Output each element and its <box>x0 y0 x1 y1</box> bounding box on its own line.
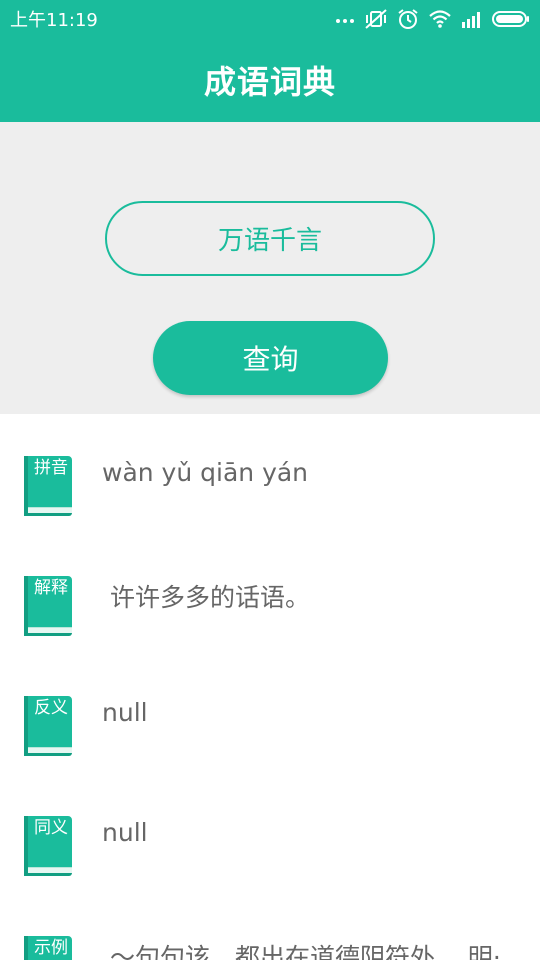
battery-icon <box>492 10 530 28</box>
signal-icon <box>461 10 483 28</box>
synonym-value: null <box>102 818 148 847</box>
alarm-icon <box>397 8 419 30</box>
book-icon-label: 同义 <box>34 818 68 838</box>
book-icon-label: 解释 <box>34 578 68 598</box>
book-icon-label: 拼音 <box>34 458 68 478</box>
result-row-explanation: 解释 许许多多的话语。 <box>0 534 540 654</box>
idiom-search-input[interactable] <box>105 201 435 276</box>
explanation-value: 许许多多的话语。 <box>102 583 310 612</box>
result-row-synonym: 同义 null <box>0 774 540 894</box>
book-icon: 反义 <box>24 696 72 756</box>
app-title: 成语词典 <box>203 63 336 101</box>
antonym-value: null <box>102 698 148 727</box>
more-dots-icon <box>335 14 355 24</box>
book-icon: 解释 <box>24 576 72 636</box>
example-value: ～句句该，都出在道德阴符外。 明· <box>102 943 501 960</box>
result-row-pinyin: 拼音 wàn yǔ qiān yán <box>0 414 540 534</box>
book-icon-label: 示例 <box>34 938 68 958</box>
vibrate-off-icon <box>364 8 388 30</box>
status-bar: 上午11:19 <box>0 0 540 38</box>
book-icon: 拼音 <box>24 456 72 516</box>
search-area: 查询 <box>0 122 540 414</box>
pinyin-value: wàn yǔ qiān yán <box>102 458 309 487</box>
app-bar: 成语词典 <box>0 38 540 122</box>
wifi-icon <box>428 9 452 29</box>
book-icon: 同义 <box>24 816 72 876</box>
book-icon: 示例 <box>24 936 72 960</box>
query-button[interactable]: 查询 <box>153 321 388 395</box>
result-row-antonym: 反义 null <box>0 654 540 774</box>
status-icons <box>335 8 530 30</box>
result-row-example: 示例 ～句句该，都出在道德阴符外。 明· <box>0 894 540 960</box>
book-icon-label: 反义 <box>34 698 68 718</box>
status-time: 上午11:19 <box>10 10 98 31</box>
